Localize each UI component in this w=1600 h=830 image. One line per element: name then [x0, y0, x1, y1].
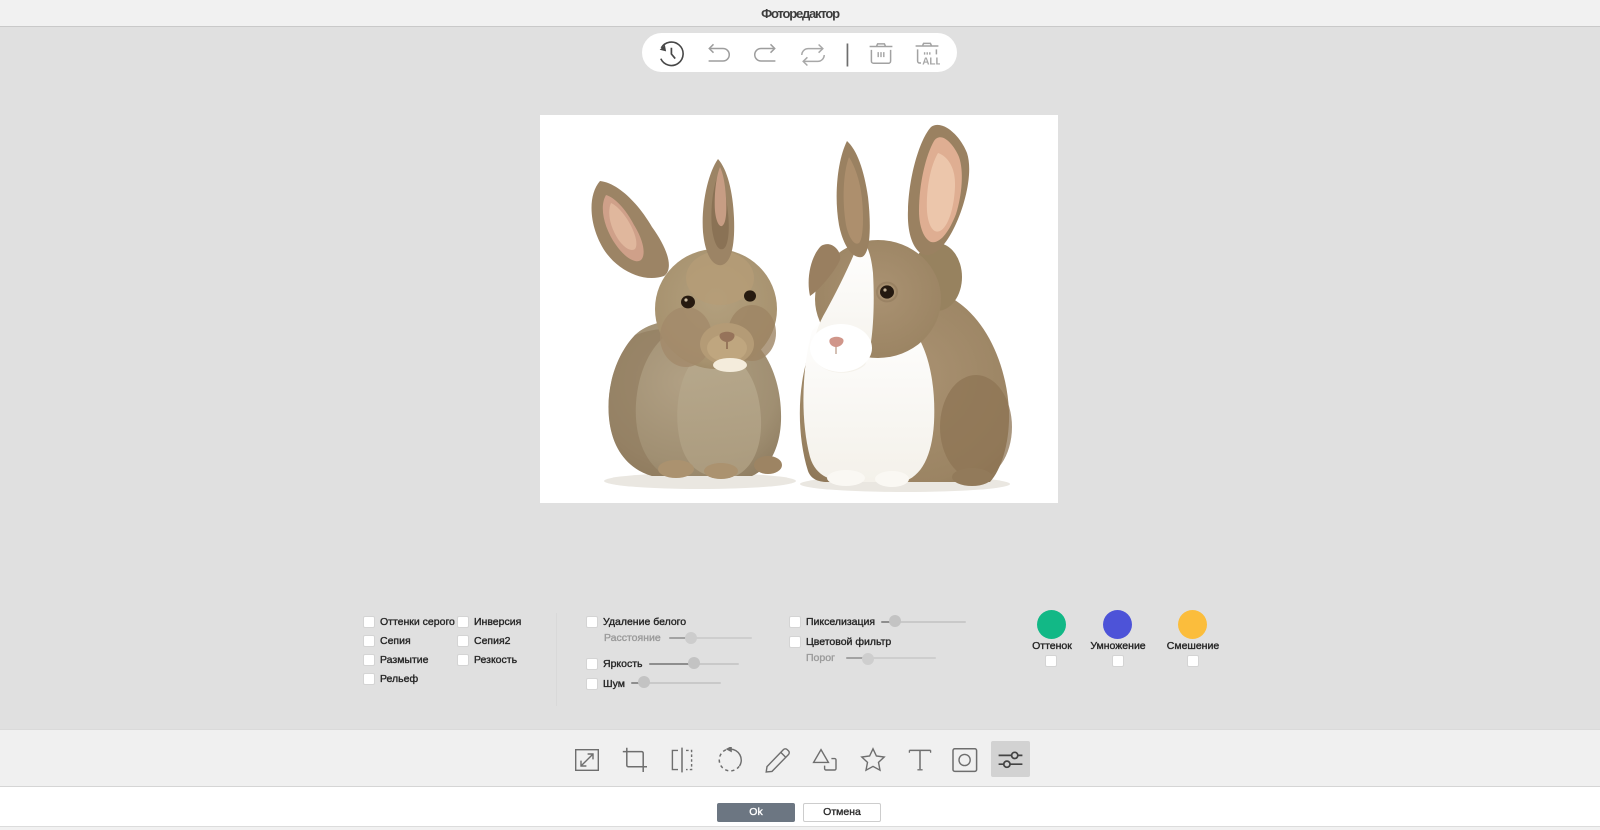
- svg-text:ALL: ALL: [922, 56, 940, 66]
